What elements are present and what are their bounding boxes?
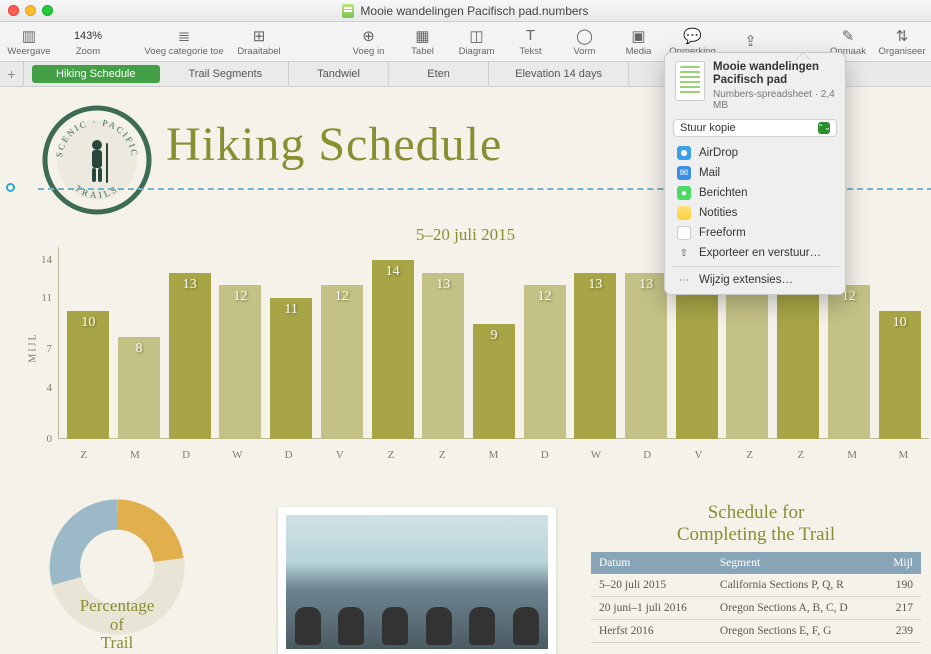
share-doc-thumb-icon [675,61,705,101]
media-icon: ▣ [630,28,648,44]
chart-bar[interactable]: 10 [879,311,921,439]
chart-bar[interactable]: 13 [574,273,616,439]
chart-bar[interactable]: 13 [169,273,211,439]
table-row[interactable]: 5–20 juli 2015California Sections P, Q, … [591,574,921,597]
insert-button[interactable]: ⊕ Voeg in [344,24,394,60]
chart-bar[interactable]: 8 [118,337,160,439]
pivot-button[interactable]: ⊞ Draaitabel [234,24,284,60]
sheet-tab-tandwiel[interactable]: Tandwiel [289,62,389,86]
sheet-tab-hiking-schedule[interactable]: Hiking Schedule [32,65,160,83]
chart-bar[interactable]: 12 [321,285,363,439]
chart-bar[interactable]: 13 [422,273,464,439]
sheet-tab-elevation[interactable]: Elevation 14 days [489,62,629,86]
text-icon: T [522,28,540,44]
table-button[interactable]: ▦ Tabel [398,24,448,60]
chart-bar[interactable]: 14 [372,260,414,439]
chart-bar[interactable]: 9 [473,324,515,439]
share-notes[interactable]: Notities [665,203,845,223]
media-button[interactable]: ▣ Media [614,24,664,60]
add-sheet-button[interactable]: + [0,62,24,86]
col-date[interactable]: Datum [591,552,712,574]
organize-button[interactable]: ⇅ Organiseer [877,24,927,60]
col-segment[interactable]: Segment [712,552,879,574]
comment-icon: 💬 [684,28,702,44]
freeform-icon [677,226,691,240]
chart-button[interactable]: ◫ Diagram [452,24,502,60]
shape-icon: ◯ [576,28,594,44]
shape-button[interactable]: ◯ Vorm [560,24,610,60]
trail-logo: SCENIC · PACIFIC TRAILS [42,105,152,215]
window-title: Mooie wandelingen Pacifisch pad.numbers [0,4,931,18]
share-popover: Mooie wandelingen Pacifisch pad Numbers-… [664,52,846,295]
trail-photo[interactable] [278,507,556,654]
percentage-donut-chart[interactable]: Percentage of Trail [12,497,222,654]
mail-icon: ✉ [677,166,691,180]
share-doc-meta: Numbers-spreadsheet · 2,4 MB [713,89,835,111]
share-icon: ⇪ [742,33,760,49]
share-freeform[interactable]: Freeform [665,223,845,243]
chart-y-ticks: 0471114 [34,247,56,439]
notes-icon [677,206,691,220]
add-category-button[interactable]: ≣ Voeg categorie toe [138,24,230,60]
messages-icon: ● [677,186,691,200]
share-mode-select[interactable]: Stuur kopie ⌃⌄ [673,119,837,137]
view-button[interactable]: ▥ Weergave [4,24,54,60]
zoom-value: 143% [79,28,97,44]
sheet-tab-eten[interactable]: Eten [389,62,489,86]
selection-handle-left[interactable] [6,183,15,192]
share-messages[interactable]: ● Berichten [665,183,845,203]
chevron-updown-icon: ⌃⌄ [818,122,830,134]
category-icon: ≣ [175,28,193,44]
sheet-tab-trail-segments[interactable]: Trail Segments [163,62,290,86]
export-icon: ⇧ [677,246,691,260]
numbers-doc-icon [342,4,354,18]
share-airdrop[interactable]: AirDrop [665,143,845,163]
extensions-icon: ⋯ [677,273,691,287]
chart-bar[interactable]: 12 [524,285,566,439]
brush-icon: ✎ [839,28,857,44]
share-edit-extensions[interactable]: ⋯ Wijzig extensies… [665,270,845,290]
share-doc-title: Mooie wandelingen Pacifisch pad [713,61,835,87]
chart-bar[interactable]: 12 [219,285,261,439]
table-row[interactable]: 20 juni–1 juli 2016Oregon Sections A, B,… [591,596,921,619]
zoom-button[interactable]: 143% Zoom [58,24,118,60]
schedule-panel: Schedule for Completing the Trail Datum … [591,502,921,643]
chart-bar[interactable]: 10 [67,311,109,439]
title-bar: Mooie wandelingen Pacifisch pad.numbers [0,0,931,22]
window-title-text: Mooie wandelingen Pacifisch pad.numbers [360,4,588,18]
text-button[interactable]: T Tekst [506,24,556,60]
chart-bar[interactable]: 13 [777,273,819,439]
schedule-title: Schedule for Completing the Trail [591,502,921,546]
table-icon: ▦ [414,28,432,44]
table-row[interactable]: Herfst 2016Oregon Sections E, F, G239 [591,619,921,642]
chart-x-labels: ZMDWDVZZMDWDVZZMM [58,449,929,461]
share-mode-label: Stuur kopie [680,122,736,134]
share-mail[interactable]: ✉ Mail [665,163,845,183]
share-export-send[interactable]: ⇧ Exporteer en verstuur… [665,243,845,263]
chart-icon: ◫ [468,28,486,44]
view-icon: ▥ [20,28,38,44]
page-title: Hiking Schedule [166,117,502,172]
airdrop-icon [677,146,691,160]
col-miles[interactable]: Mijl [879,552,921,574]
chart-bar[interactable]: 11 [270,298,312,439]
pivot-icon: ⊞ [250,28,268,44]
donut-label: Percentage of Trail [12,597,222,653]
schedule-table[interactable]: Datum Segment Mijl 5–20 juli 2015Califor… [591,552,921,643]
chart-bar[interactable]: 12 [828,285,870,439]
insert-icon: ⊕ [360,28,378,44]
chart-bar[interactable]: 13 [625,273,667,439]
organize-icon: ⇅ [893,28,911,44]
